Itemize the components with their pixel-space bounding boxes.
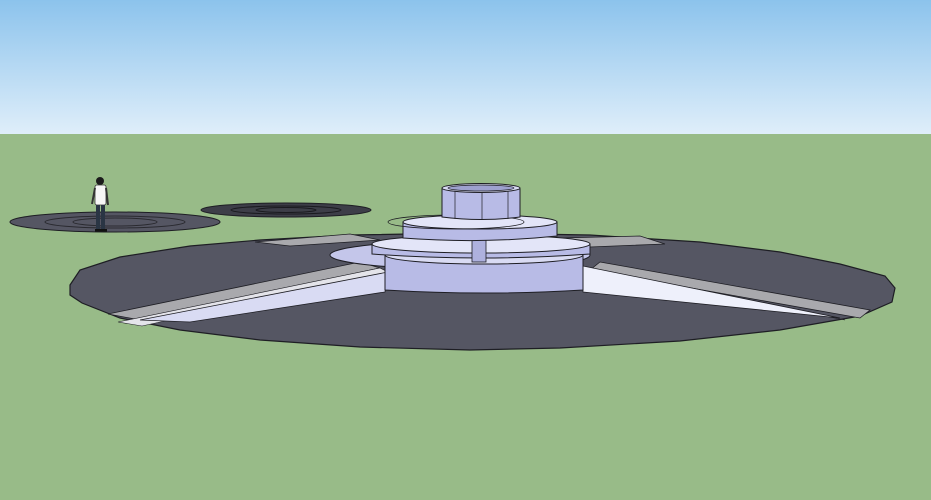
sketchup-viewport[interactable]: [0, 0, 931, 500]
sky: [0, 0, 931, 134]
small-disc-left: [9, 211, 221, 233]
small-disc-middle: [200, 202, 372, 218]
3d-model-scene[interactable]: [0, 0, 931, 500]
